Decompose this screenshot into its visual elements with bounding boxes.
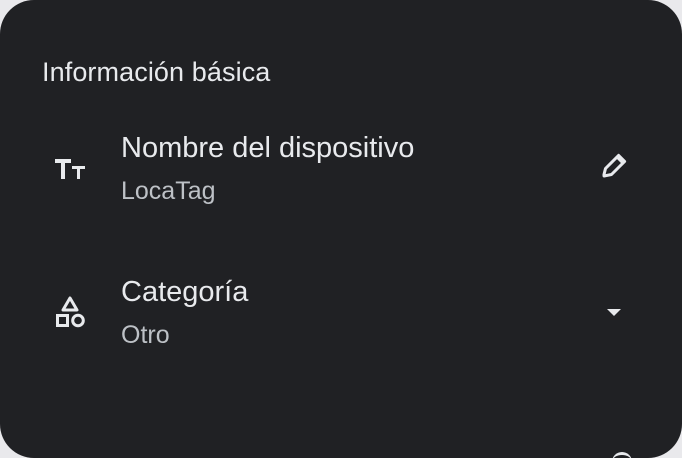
category-shapes-icon xyxy=(50,292,90,332)
device-name-label: Nombre del dispositivo xyxy=(121,132,415,164)
category-value: Otro xyxy=(121,321,170,349)
section-title: Información básica xyxy=(42,57,271,87)
dropdown-arrow-icon[interactable] xyxy=(594,292,634,332)
text-fields-icon xyxy=(50,148,90,188)
category-label: Categoría xyxy=(121,276,249,308)
device-name-value: LocaTag xyxy=(121,177,216,205)
edit-pencil-icon[interactable] xyxy=(594,146,634,186)
bottom-corner-decoration xyxy=(612,452,632,458)
basic-info-card: Información básica Nombre del dispositiv… xyxy=(0,0,682,458)
device-name-row[interactable]: Nombre del dispositivo LocaTag xyxy=(0,124,682,228)
category-row[interactable]: Categoría Otro xyxy=(0,268,682,372)
